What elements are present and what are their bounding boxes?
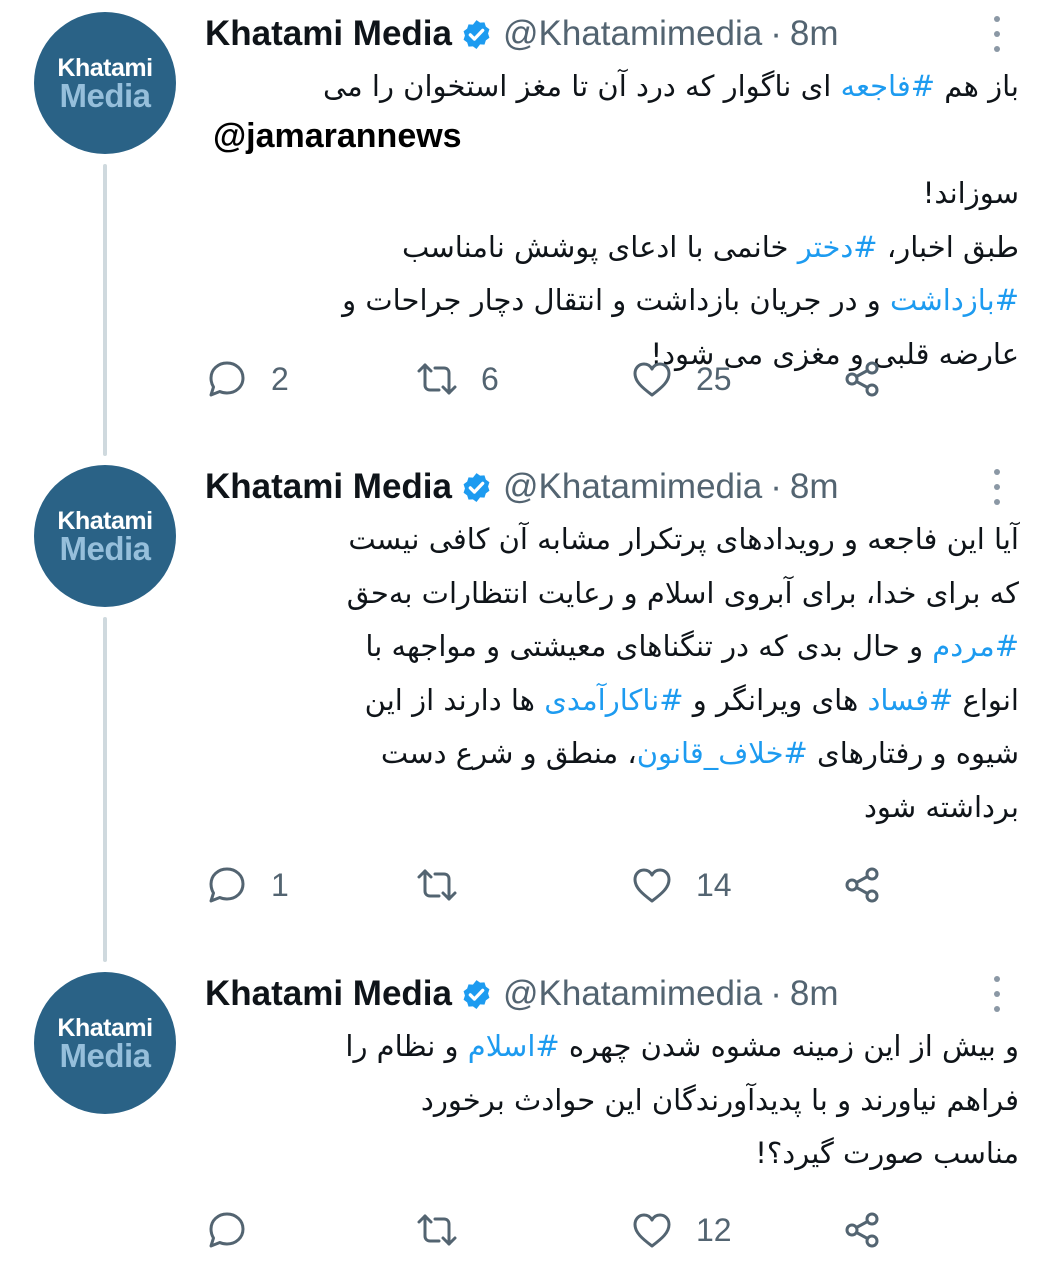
tweet-text-line: باز هم #فاجعه ای ناگوار که درد آن تا مغز… <box>322 69 1019 103</box>
hashtag-link[interactable]: #اسلام <box>468 1029 560 1063</box>
heart-icon <box>633 868 671 903</box>
hashtag-link[interactable]: #خلاف_قانون <box>637 736 808 770</box>
retweet-icon <box>417 1214 457 1246</box>
more-icon[interactable] <box>985 16 1009 52</box>
like-button[interactable]: 12 <box>630 1208 732 1252</box>
retweet-button[interactable]: 6 <box>415 357 499 401</box>
tweet-text-line: برداشته شود <box>863 789 1019 824</box>
tweet[interactable]: Khatami Media Khatami Media @Khatamimedi… <box>0 0 1051 440</box>
tweet-header: Khatami Media @Khatamimedia · 8m <box>205 972 991 1016</box>
heart-icon <box>633 1213 671 1248</box>
reply-button[interactable]: 2 <box>205 357 289 401</box>
like-button[interactable]: 14 <box>630 863 732 907</box>
share-button[interactable] <box>840 863 884 907</box>
tweet-text-line: فراهم نیاورند و با پدیدآورندگان این حواد… <box>420 1082 1019 1117</box>
like-count: 12 <box>696 1211 732 1248</box>
tweet-text-line: #بازداشت و در جریان بازداشت و انتقال دچا… <box>342 283 1019 317</box>
hashtag-link[interactable]: #دختر <box>798 230 878 264</box>
reply-button[interactable]: 1 <box>205 863 289 907</box>
tweet-text: باز هم #فاجعه ای ناگوار که درد آن تا مغز… <box>205 60 1019 381</box>
mention-overlay-text: @jamarannews <box>213 116 462 155</box>
reply-icon <box>209 361 245 397</box>
hashtag-link[interactable]: #فاجعه <box>841 69 935 103</box>
hashtag-link[interactable]: #مردم <box>932 629 1019 663</box>
handle[interactable]: @Khatamimedia <box>503 14 762 54</box>
avatar[interactable]: Khatami Media <box>34 465 176 607</box>
timestamp[interactable]: 8m <box>790 467 839 507</box>
handle[interactable]: @Khatamimedia <box>503 974 762 1014</box>
more-icon[interactable] <box>985 976 1009 1012</box>
tweet-text-line: مناسب صورت گیرد؟! <box>755 1136 1019 1170</box>
reply-count: 2 <box>271 360 289 397</box>
hashtag-link[interactable]: #فساد <box>868 683 954 717</box>
reply-button[interactable] <box>205 1208 271 1252</box>
display-name[interactable]: Khatami Media <box>205 467 452 507</box>
tweet-actions: 1 14 <box>205 863 905 907</box>
avatar-logo-text: Media <box>59 530 151 567</box>
avatar-logo-text: Media <box>59 1037 151 1074</box>
heart-icon <box>633 362 671 397</box>
share-icon <box>845 867 879 903</box>
tweet-actions: 12 <box>205 1208 905 1252</box>
retweet-button[interactable] <box>415 1208 481 1252</box>
tweet-header: Khatami Media @Khatamimedia · 8m <box>205 12 991 56</box>
like-count: 25 <box>696 360 732 397</box>
tweet-text-line: سوزاند! @jamarannews <box>205 114 1019 211</box>
verified-badge-icon <box>463 19 490 49</box>
tweet-text-line: طبق اخبار، #دختر خانمی با ادعای پوشش نام… <box>401 229 1019 264</box>
tweet-text-line: شیوه و رفتارهای #خلاف_قانون، منطق و شرع … <box>380 736 1019 770</box>
handle[interactable]: @Khatamimedia <box>503 467 762 507</box>
separator-dot: · <box>770 467 782 506</box>
tweet-text-line: و بیش از این زمینه مشوه شدن چهره #اسلام … <box>345 1029 1019 1063</box>
retweet-button[interactable] <box>415 863 481 907</box>
hashtag-link[interactable]: #بازداشت <box>890 283 1019 317</box>
timestamp[interactable]: 8m <box>790 974 839 1014</box>
share-icon <box>845 361 879 397</box>
tweet-header: Khatami Media @Khatamimedia · 8m <box>205 465 991 509</box>
reply-icon <box>209 867 245 903</box>
retweet-icon <box>417 869 457 901</box>
tweet-text: آیا این فاجعه و رویدادهای پرتکرار مشابه … <box>205 513 1019 834</box>
share-button[interactable] <box>840 1208 884 1252</box>
retweet-icon <box>417 363 457 395</box>
display-name[interactable]: Khatami Media <box>205 974 452 1014</box>
reply-icon <box>209 1212 245 1248</box>
display-name[interactable]: Khatami Media <box>205 14 452 54</box>
tweet-actions: 2 6 25 <box>205 357 905 401</box>
reply-count: 1 <box>271 866 289 903</box>
tweet-text-line: آیا این فاجعه و رویدادهای پرتکرار مشابه … <box>348 522 1019 556</box>
tweet[interactable]: Khatami Media Khatami Media @Khatamimedi… <box>0 960 1051 1270</box>
retweet-count: 6 <box>481 360 499 397</box>
separator-dot: · <box>770 974 782 1013</box>
avatar[interactable]: Khatami Media <box>34 972 176 1114</box>
timestamp[interactable]: 8m <box>790 14 839 54</box>
hashtag-link[interactable]: #ناکارآمدی <box>544 683 683 717</box>
verified-badge-icon <box>463 979 490 1009</box>
tweet-text-line: #مردم و حال بدی که در تنگناهای معیشتی و … <box>365 629 1019 663</box>
tweet-text: و بیش از این زمینه مشوه شدن چهره #اسلام … <box>205 1020 1019 1181</box>
tweet[interactable]: Khatami Media Khatami Media @Khatamimedi… <box>0 453 1051 943</box>
like-button[interactable]: 25 <box>630 357 732 401</box>
more-icon[interactable] <box>985 469 1009 505</box>
verified-badge-icon <box>463 472 490 502</box>
share-button[interactable] <box>840 357 884 401</box>
separator-dot: · <box>770 14 782 53</box>
like-count: 14 <box>696 866 732 903</box>
tweet-text-line: که برای خدا، برای آبروی اسلام و رعایت ان… <box>346 575 1019 610</box>
avatar[interactable]: Khatami Media <box>34 12 176 154</box>
tweet-text-line: انواع #فساد های ویرانگر و #ناکارآمدی ها … <box>364 682 1019 717</box>
share-icon <box>845 1212 879 1248</box>
avatar-logo-text: Media <box>59 77 151 114</box>
